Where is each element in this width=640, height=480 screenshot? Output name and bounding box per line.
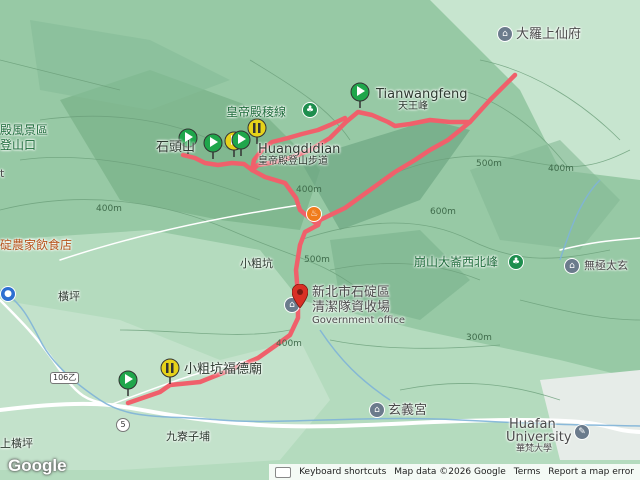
park-icon[interactable]: ♣ — [508, 254, 524, 270]
temple-label-xiaocukeng[interactable]: 小粗坑福德廟 — [184, 363, 262, 376]
contour-label: 400m — [276, 339, 302, 349]
terrain-layer — [0, 0, 640, 480]
place-label-shanghengping[interactable]: 上橫坪 — [0, 438, 33, 449]
pause-flag-icon[interactable] — [160, 358, 180, 384]
place-label-huangdidian[interactable]: Huangdidian — [258, 143, 340, 156]
flag-icon[interactable] — [118, 370, 138, 396]
peak-label-tianwangfeng-zh[interactable]: 天王峰 — [398, 102, 428, 112]
peak-label-dalun-west[interactable]: 崩山大崙西北峰 — [414, 256, 498, 268]
pin-icon[interactable] — [292, 284, 308, 308]
keyboard-icon — [275, 466, 292, 478]
contour-label: 400m — [96, 204, 122, 214]
map-data-attribution: Map data ©2026 Google — [394, 467, 506, 477]
temple-icon[interactable]: ⌂ — [497, 26, 513, 42]
contour-label: 500m — [476, 159, 502, 169]
contour-label: 300m — [466, 333, 492, 343]
place-label-dengshankou[interactable]: 登山口 — [0, 139, 36, 151]
trail-label-huangdi-trail[interactable]: 皇帝殿登山步道 — [258, 157, 328, 167]
university-icon[interactable]: ✎ — [574, 424, 590, 440]
place-label-hengping[interactable]: 橫坪 — [58, 291, 80, 302]
road-shield-106: 106乙 — [50, 372, 80, 384]
temple-label-xuanyi[interactable]: 玄義宮 — [388, 404, 427, 417]
map-canvas[interactable]: ⌂ ♣ ♣ ⌂ ♨ ⌂ ✎ ⌂ ● 大羅上仙府 Tianwangfeng 天王峰… — [0, 0, 640, 480]
peak-label-shitoushan[interactable]: 石頭山 — [156, 141, 195, 154]
place-label-wuji[interactable]: 無極太玄 — [584, 260, 628, 271]
google-logo: Google — [8, 456, 67, 475]
keyboard-shortcuts-link[interactable]: Keyboard shortcuts — [299, 467, 386, 477]
road-shield-5: 5 — [116, 418, 130, 432]
contour-label: 400m — [296, 185, 322, 195]
place-label-huafan-zh[interactable]: 華梵大學 — [516, 445, 552, 454]
trail-label-huangdi-line[interactable]: 皇帝殿稜線 — [226, 106, 286, 118]
location-icon[interactable]: ● — [0, 286, 16, 302]
place-label-jiuliaozipu[interactable]: 九寮子埔 — [166, 431, 210, 442]
place-label-fragment: t — [0, 167, 5, 180]
place-label-dalishangxianfu[interactable]: 大羅上仙府 — [516, 28, 581, 41]
temple-icon[interactable]: ⌂ — [369, 402, 385, 418]
restaurant-icon[interactable]: ♨ — [306, 206, 322, 222]
place-label-shiding-office-2[interactable]: 清潔隊資收場 — [312, 301, 390, 314]
park-icon[interactable]: ♣ — [302, 102, 318, 118]
report-error-link[interactable]: Report a map error — [548, 467, 634, 477]
flag-icon[interactable] — [203, 133, 223, 159]
flag-icon[interactable] — [350, 82, 370, 108]
temple-icon[interactable]: ⌂ — [564, 258, 580, 274]
map-footer: Keyboard shortcuts Map data ©2026 Google… — [269, 464, 640, 480]
pause-flag-icon[interactable] — [247, 118, 267, 144]
place-label-fengjingqu[interactable]: 殿風景區 — [0, 124, 48, 136]
peak-label-tianwangfeng-en[interactable]: Tianwangfeng — [376, 88, 468, 101]
contour-label: 400m — [548, 164, 574, 174]
contour-label: 500m — [304, 255, 330, 265]
contour-label: 600m — [430, 207, 456, 217]
restaurant-label-farm[interactable]: 碇農家飲食店 — [0, 239, 72, 251]
place-label-huafan-2[interactable]: University — [506, 431, 572, 444]
terms-link[interactable]: Terms — [514, 467, 541, 477]
place-label-xiaocukeng[interactable]: 小粗坑 — [240, 258, 273, 269]
place-label-government-office[interactable]: Government office — [312, 316, 405, 326]
place-label-shiding-office-1[interactable]: 新北市石碇區 — [312, 286, 390, 299]
